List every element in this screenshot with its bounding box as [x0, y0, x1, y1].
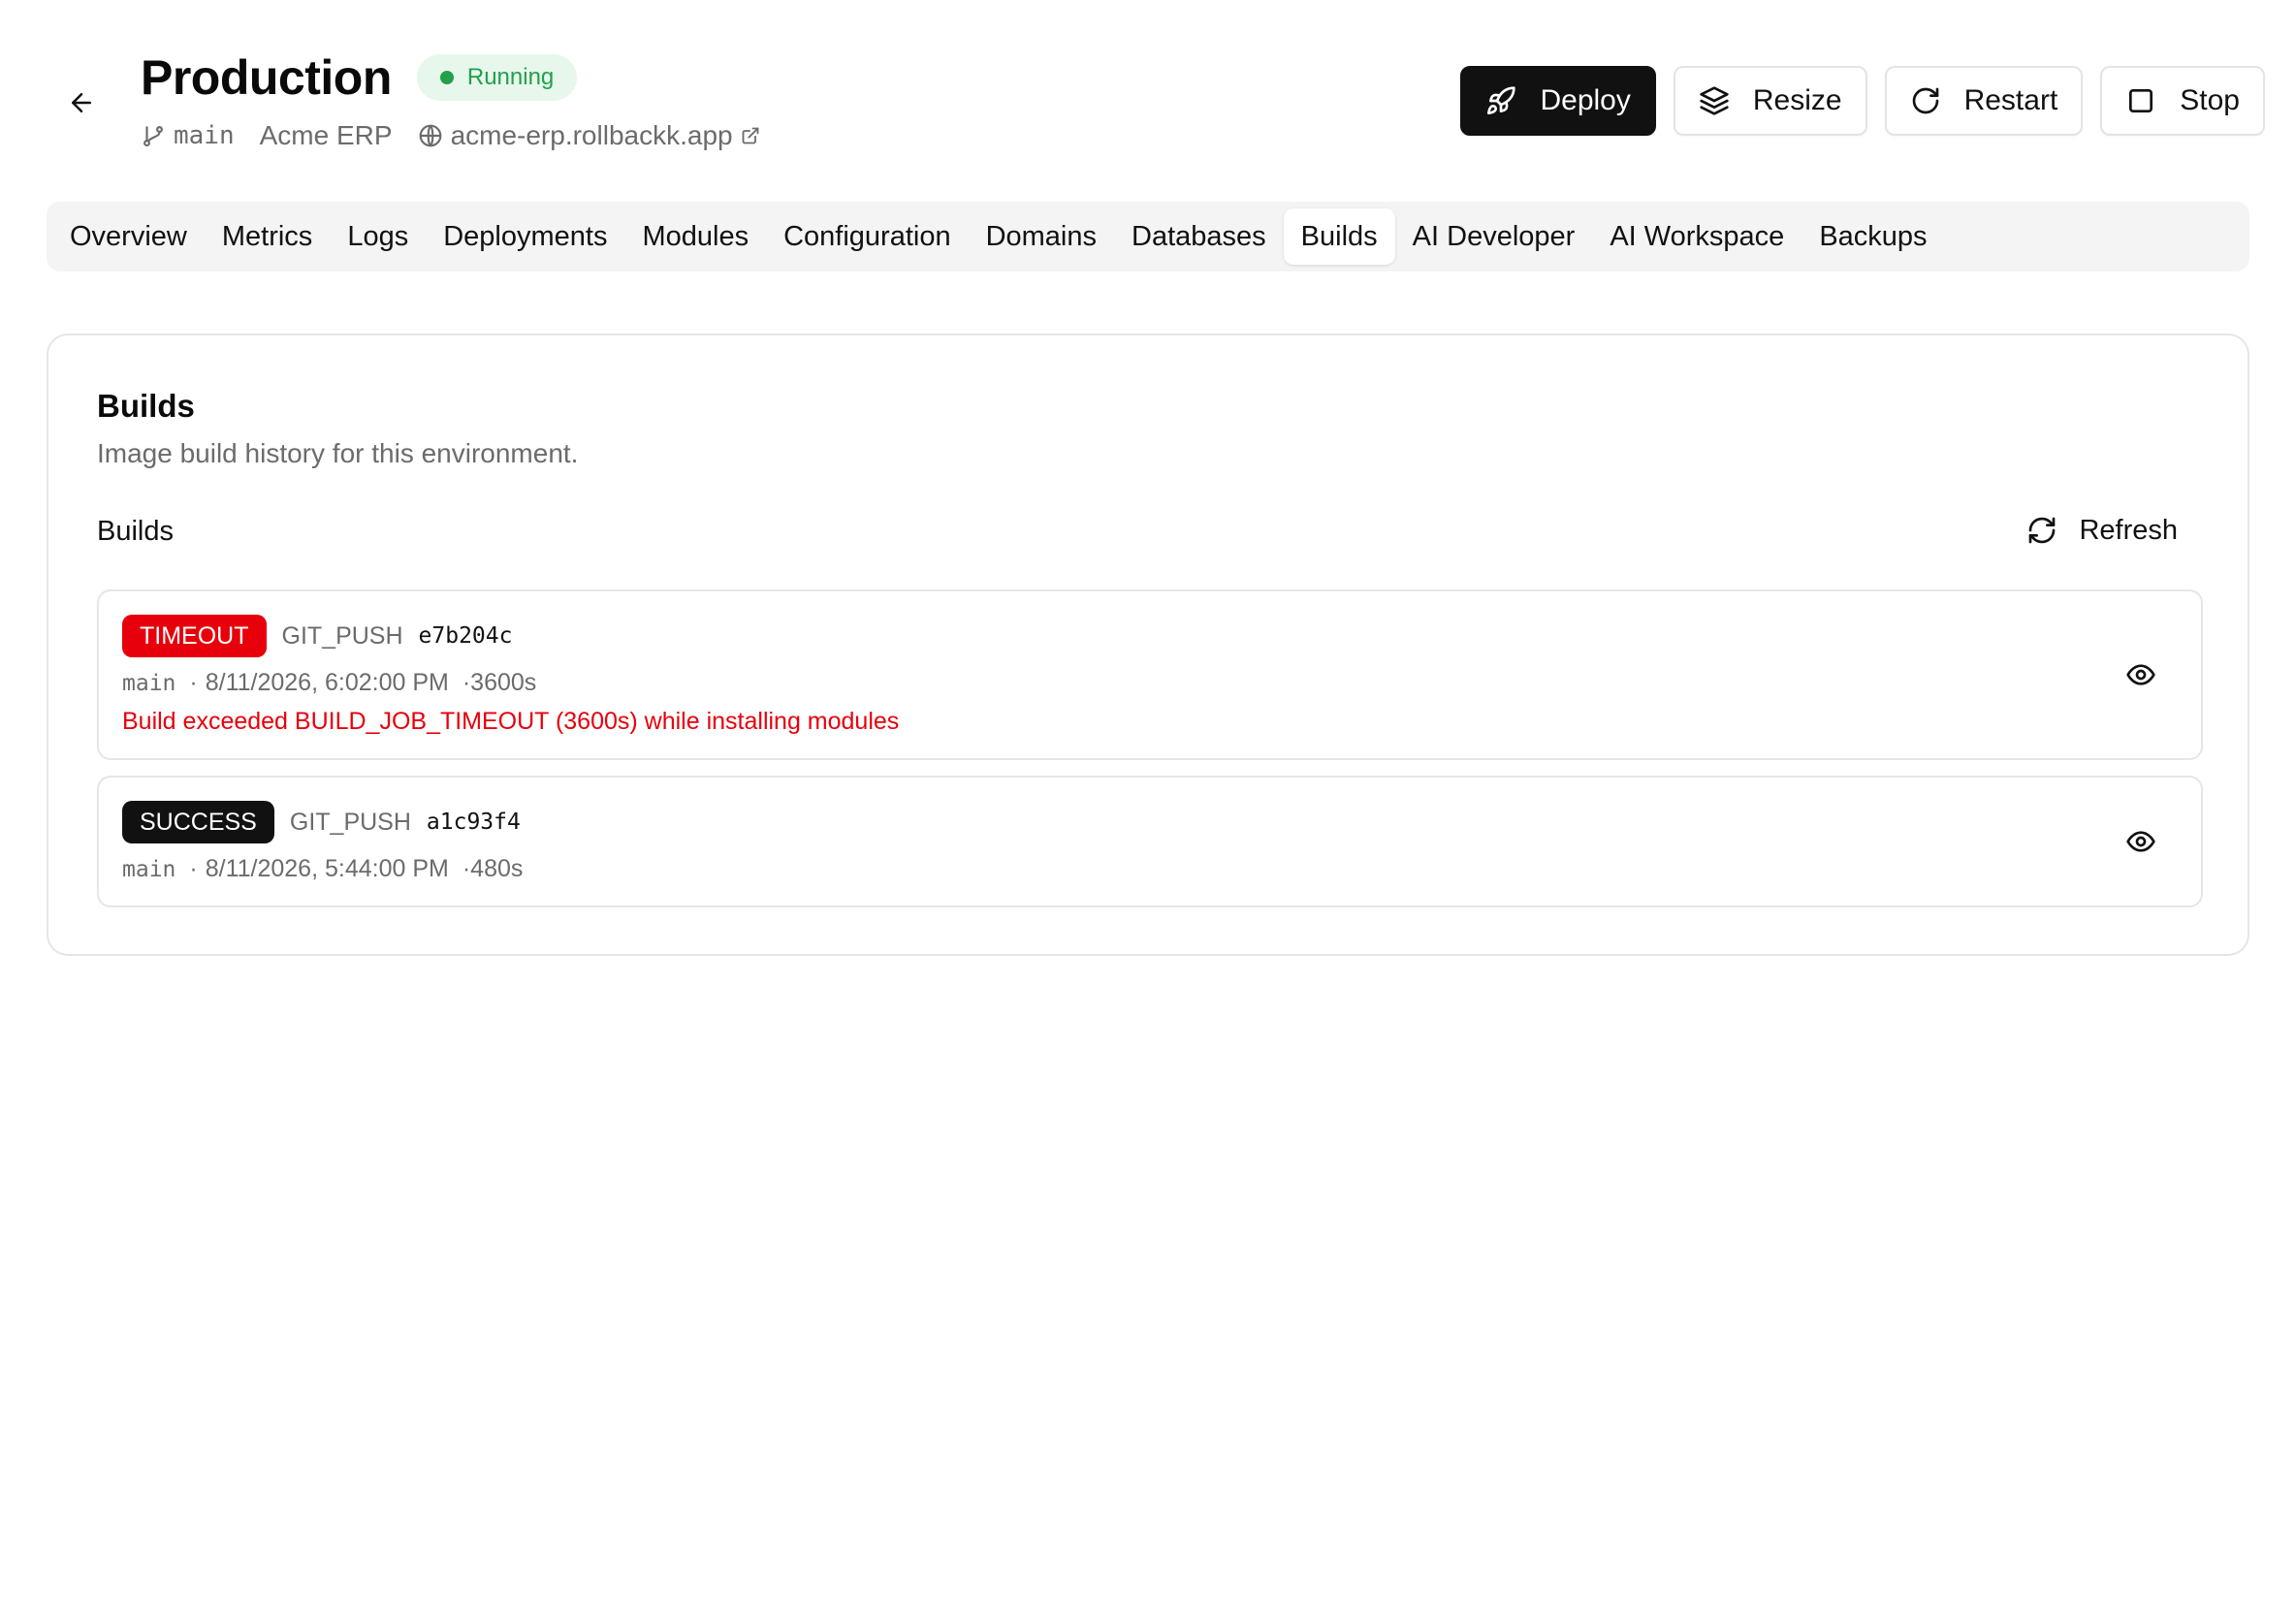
- rotate-cw-icon: [1912, 87, 1938, 114]
- deploy-label: Deploy: [1540, 84, 1631, 116]
- status-badge: Running: [416, 54, 578, 101]
- layers-icon: [1700, 86, 1729, 115]
- tab-configuration[interactable]: Configuration: [766, 208, 969, 265]
- app-name: Acme ERP: [259, 120, 393, 150]
- environment-actions: Deploy Resize Restart Stop: [1460, 66, 2265, 136]
- eye-icon: [2126, 664, 2155, 685]
- separator-dot: ·: [462, 669, 471, 696]
- square-icon: [2129, 89, 2153, 112]
- build-row: SUCCESS GIT_PUSH a1c93f4 main · 8/11/202…: [97, 776, 2203, 907]
- build-branch: main: [122, 856, 176, 882]
- build-time: 8/11/2026, 6:02:00 PM: [205, 669, 449, 696]
- branch-info: main: [141, 121, 235, 150]
- git-branch-icon: [144, 126, 163, 147]
- builds-section-label: Builds: [97, 516, 174, 547]
- build-status-badge: SUCCESS: [122, 801, 274, 843]
- branch-name: main: [174, 121, 235, 150]
- separator-dot: ·: [189, 855, 198, 882]
- rocket-icon: [1487, 86, 1516, 114]
- tab-domains[interactable]: Domains: [969, 208, 1114, 265]
- build-trigger: GIT_PUSH: [289, 808, 411, 836]
- eye-icon: [2126, 831, 2155, 852]
- build-duration: 480s: [470, 855, 524, 882]
- restart-label: Restart: [1963, 84, 2058, 116]
- build-row: TIMEOUT GIT_PUSH e7b204c main · 8/11/202…: [97, 589, 2203, 760]
- tab-modules[interactable]: Modules: [624, 208, 766, 265]
- environment-tabs: Overview Metrics Logs Deployments Module…: [47, 202, 2249, 271]
- view-build-button[interactable]: [2120, 653, 2162, 696]
- build-status-badge: TIMEOUT: [122, 615, 267, 657]
- tab-overview[interactable]: Overview: [52, 208, 205, 265]
- tab-ai-developer[interactable]: AI Developer: [1395, 208, 1593, 265]
- back-button[interactable]: [62, 83, 101, 122]
- environment-header: Production Running main Acme ERP acme-er…: [141, 47, 760, 151]
- build-branch: main: [122, 670, 176, 696]
- build-time: 8/11/2026, 5:44:00 PM: [205, 855, 449, 882]
- page-title: Production: [141, 50, 392, 105]
- view-build-button[interactable]: [2120, 820, 2162, 863]
- external-link-icon: [742, 127, 759, 144]
- tab-logs[interactable]: Logs: [330, 208, 426, 265]
- deploy-button[interactable]: Deploy: [1460, 66, 1656, 136]
- tab-databases[interactable]: Databases: [1114, 208, 1284, 265]
- build-commit: a1c93f4: [426, 810, 521, 835]
- builds-card: Builds Image build history for this envi…: [47, 334, 2249, 956]
- stop-label: Stop: [2180, 84, 2240, 116]
- separator-dot: ·: [189, 669, 198, 696]
- tab-deployments[interactable]: Deployments: [426, 208, 624, 265]
- refresh-icon: [2029, 517, 2056, 544]
- tab-backups[interactable]: Backups: [1802, 208, 1944, 265]
- stop-button[interactable]: Stop: [2100, 66, 2265, 136]
- separator-dot: ·: [462, 855, 471, 882]
- restart-button[interactable]: Restart: [1884, 66, 2084, 136]
- build-commit: e7b204c: [418, 623, 513, 649]
- app-url-link[interactable]: acme-erp.rollbackk.app: [418, 120, 760, 151]
- app-url: acme-erp.rollbackk.app: [450, 120, 733, 150]
- status-label: Running: [466, 64, 555, 90]
- arrow-left-icon: [72, 93, 91, 112]
- refresh-label: Refresh: [2079, 514, 2178, 546]
- resize-label: Resize: [1752, 84, 1842, 116]
- tab-ai-workspace[interactable]: AI Workspace: [1592, 208, 1802, 265]
- tab-builds[interactable]: Builds: [1283, 208, 1395, 265]
- build-duration: 3600s: [470, 669, 537, 696]
- card-title: Builds: [97, 388, 195, 424]
- resize-button[interactable]: Resize: [1673, 66, 1867, 136]
- status-dot-icon: [439, 71, 454, 84]
- build-trigger: GIT_PUSH: [281, 621, 403, 650]
- tab-metrics[interactable]: Metrics: [205, 208, 330, 265]
- card-description: Image build history for this environment…: [97, 438, 579, 468]
- globe-icon: [419, 124, 441, 147]
- build-error-message: Build exceeded BUILD_JOB_TIMEOUT (3600s)…: [122, 708, 900, 735]
- refresh-button[interactable]: Refresh: [2003, 502, 2201, 558]
